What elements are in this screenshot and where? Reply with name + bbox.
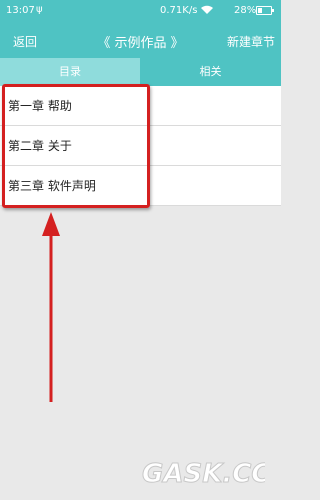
usb-icon: ψ	[36, 4, 43, 15]
battery-icon	[256, 6, 274, 15]
wifi-icon	[200, 5, 214, 18]
watermark-logo: GASK.CC	[142, 459, 266, 490]
watermark-text: GASK.CC	[142, 459, 265, 489]
tab-bar: 目录 相关	[0, 58, 281, 86]
battery-percent: 28%	[234, 5, 257, 16]
tab-related[interactable]: 相关	[140, 58, 281, 86]
network-speed: 0.71K/s	[160, 5, 198, 16]
status-time: 13:07	[6, 5, 35, 16]
back-button[interactable]: 返回	[13, 33, 37, 50]
header-bar: 返回 《 示例作品 》 新建章节	[0, 22, 281, 58]
annotation-arrow	[42, 212, 60, 402]
highlight-box	[2, 84, 150, 208]
status-bar: 13:07 ψ 0.71K/s 28%	[0, 0, 281, 22]
tab-toc[interactable]: 目录	[0, 58, 140, 86]
new-chapter-button[interactable]: 新建章节	[227, 33, 275, 50]
